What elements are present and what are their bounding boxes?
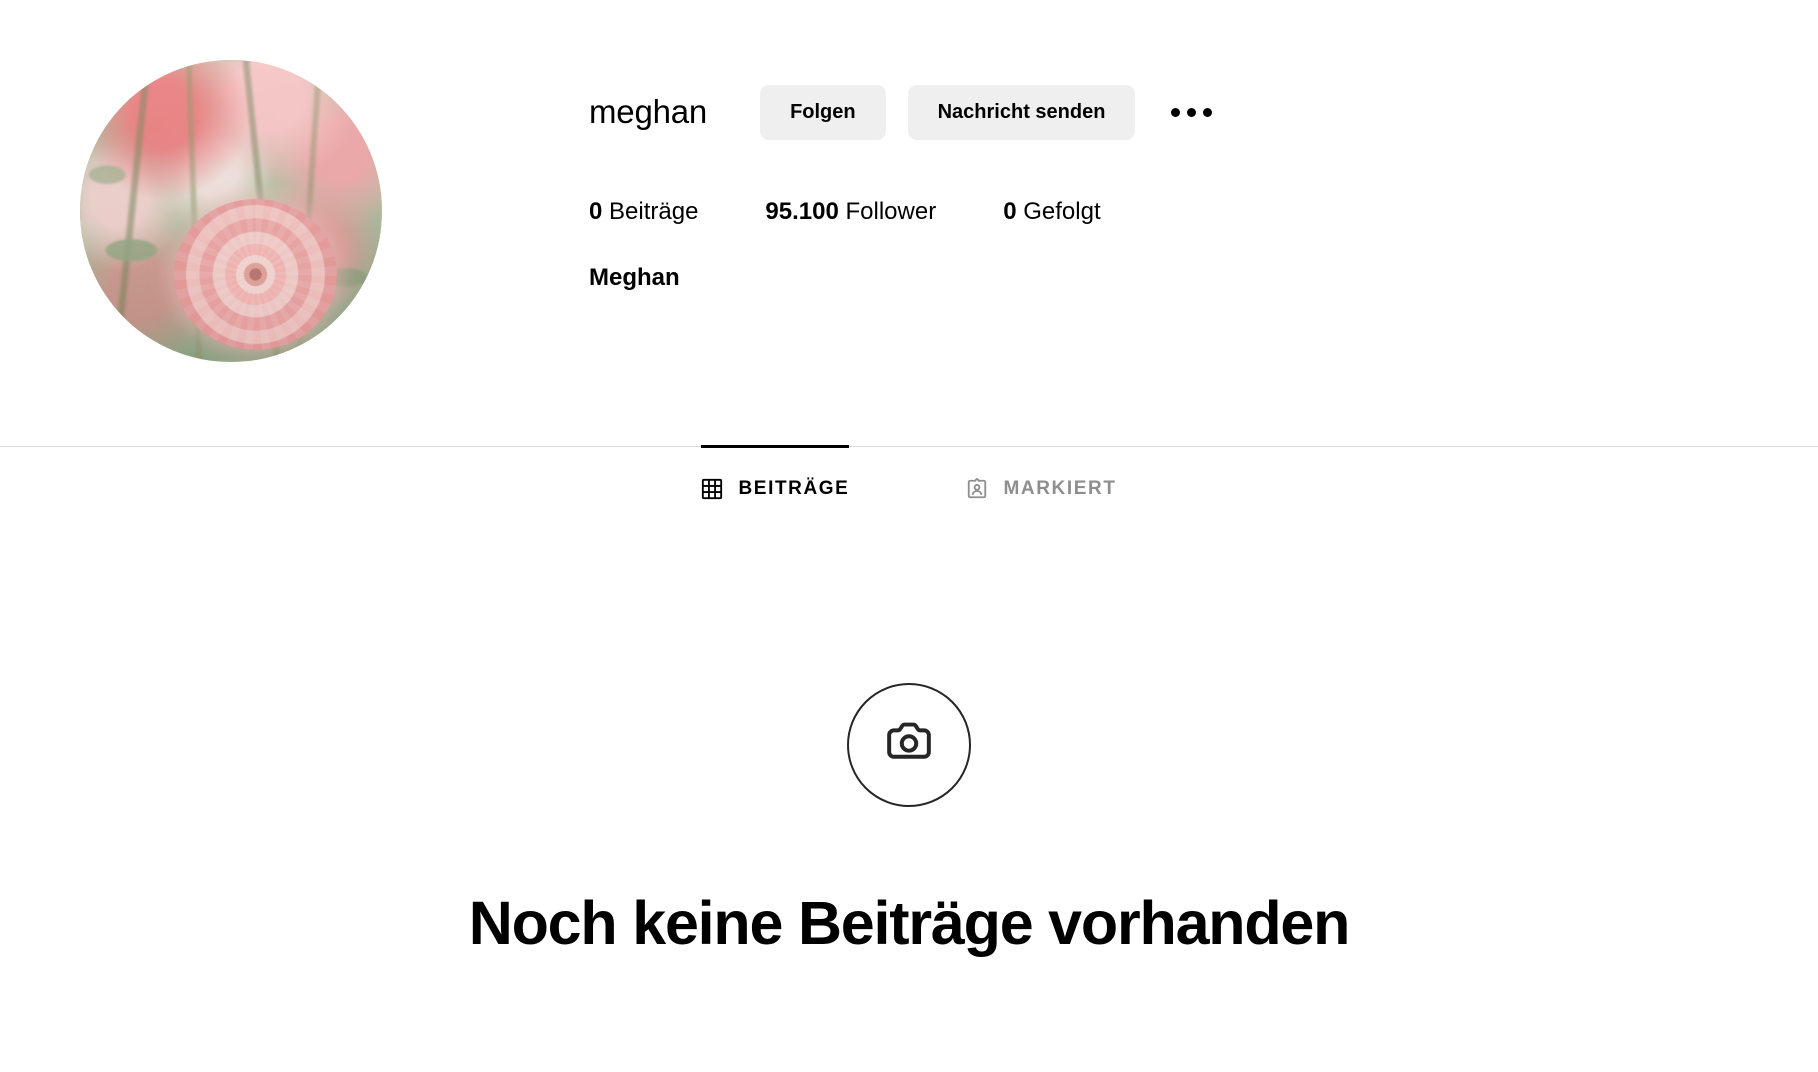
stat-following-value: 0 xyxy=(1003,198,1017,225)
follow-button[interactable]: Folgen xyxy=(760,84,886,140)
stat-followers-label: Follower xyxy=(845,198,937,225)
profile-stats-row: 0 Beiträge 95.100 Follower 0 Gefolgt xyxy=(589,196,1101,228)
avatar[interactable] xyxy=(80,60,382,362)
empty-state-title: Noch keine Beiträge vorhanden xyxy=(468,889,1351,957)
profile-picture-container[interactable] xyxy=(80,60,382,362)
tab-tagged[interactable]: MARKIERT xyxy=(966,446,1116,510)
stat-following[interactable]: 0 Gefolgt xyxy=(1003,196,1100,228)
stat-posts-value: 0 xyxy=(589,198,603,225)
profile-tabs: BEITRÄGE MARKIERT xyxy=(0,445,1818,510)
camera-icon xyxy=(881,715,937,776)
send-message-button[interactable]: Nachricht senden xyxy=(907,84,1136,140)
stat-following-label: Gefolgt xyxy=(1023,198,1101,225)
ellipsis-dot-icon xyxy=(1170,107,1180,117)
stat-posts[interactable]: 0 Beiträge xyxy=(589,196,698,228)
avatar-overlay xyxy=(80,60,382,362)
stat-followers-value: 95.100 xyxy=(765,198,839,225)
profile-identity-row: meghan Folgen Nachricht senden xyxy=(589,84,1219,140)
tagged-person-icon xyxy=(966,478,988,500)
stat-followers[interactable]: 95.100 Follower xyxy=(765,196,936,228)
profile-username: meghan xyxy=(589,93,708,130)
profile-header: meghan Folgen Nachricht senden 0 Beiträg… xyxy=(0,0,1818,444)
stat-posts-label: Beiträge xyxy=(609,198,699,225)
empty-state: Noch keine Beiträge vorhanden xyxy=(0,510,1818,959)
tab-posts-label: BEITRÄGE xyxy=(738,478,850,499)
ellipsis-dot-icon xyxy=(1202,107,1212,117)
ellipsis-dot-icon xyxy=(1186,107,1196,117)
empty-state-icon-circle xyxy=(847,683,971,807)
tab-tagged-label: MARKIERT xyxy=(1003,478,1117,499)
tab-posts[interactable]: BEITRÄGE xyxy=(701,445,850,510)
grid-icon xyxy=(701,478,723,500)
instagram-profile-page: meghan Folgen Nachricht senden 0 Beiträg… xyxy=(0,0,1818,1072)
options-button[interactable] xyxy=(1163,84,1219,140)
profile-full-name: Meghan xyxy=(589,264,680,291)
